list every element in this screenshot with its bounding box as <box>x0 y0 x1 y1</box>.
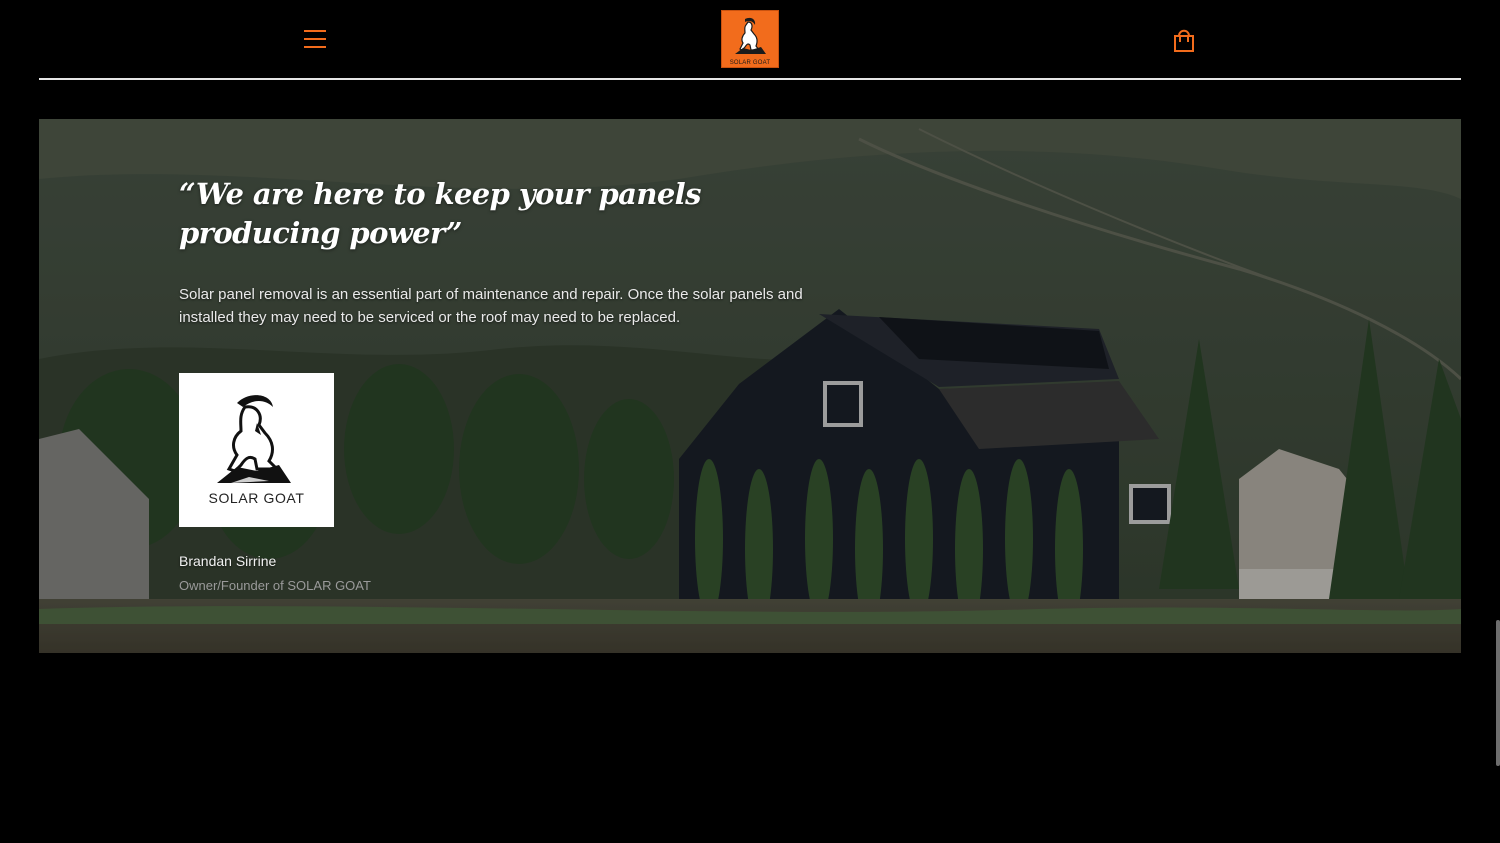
hamburger-menu-icon <box>304 30 326 48</box>
hero-content: “We are here to keep your panels produci… <box>179 175 839 329</box>
owner-logo-text: SOLAR GOAT <box>208 490 305 506</box>
shopping-bag-icon <box>1174 29 1194 52</box>
owner-role: Owner/Founder of SOLAR GOAT <box>179 578 371 593</box>
hero-description: Solar panel removal is an essential part… <box>179 286 803 326</box>
site-header: SOLAR GOAT <box>39 0 1461 80</box>
menu-button[interactable] <box>297 24 337 54</box>
page: SOLAR GOAT “We are here to keep your pan… <box>0 0 1500 843</box>
site-logo[interactable]: SOLAR GOAT <box>721 10 779 68</box>
hero-banner: “We are here to keep your panels produci… <box>39 119 1461 653</box>
page-scrollbar[interactable] <box>1496 620 1500 766</box>
owner-name: Brandan Sirrine <box>179 553 277 569</box>
logo-text: SOLAR GOAT <box>729 60 771 66</box>
cart-button[interactable] <box>1169 25 1199 55</box>
hero-quote: “We are here to keep your panels produci… <box>179 177 701 250</box>
owner-logo-card: SOLAR GOAT <box>179 373 334 527</box>
